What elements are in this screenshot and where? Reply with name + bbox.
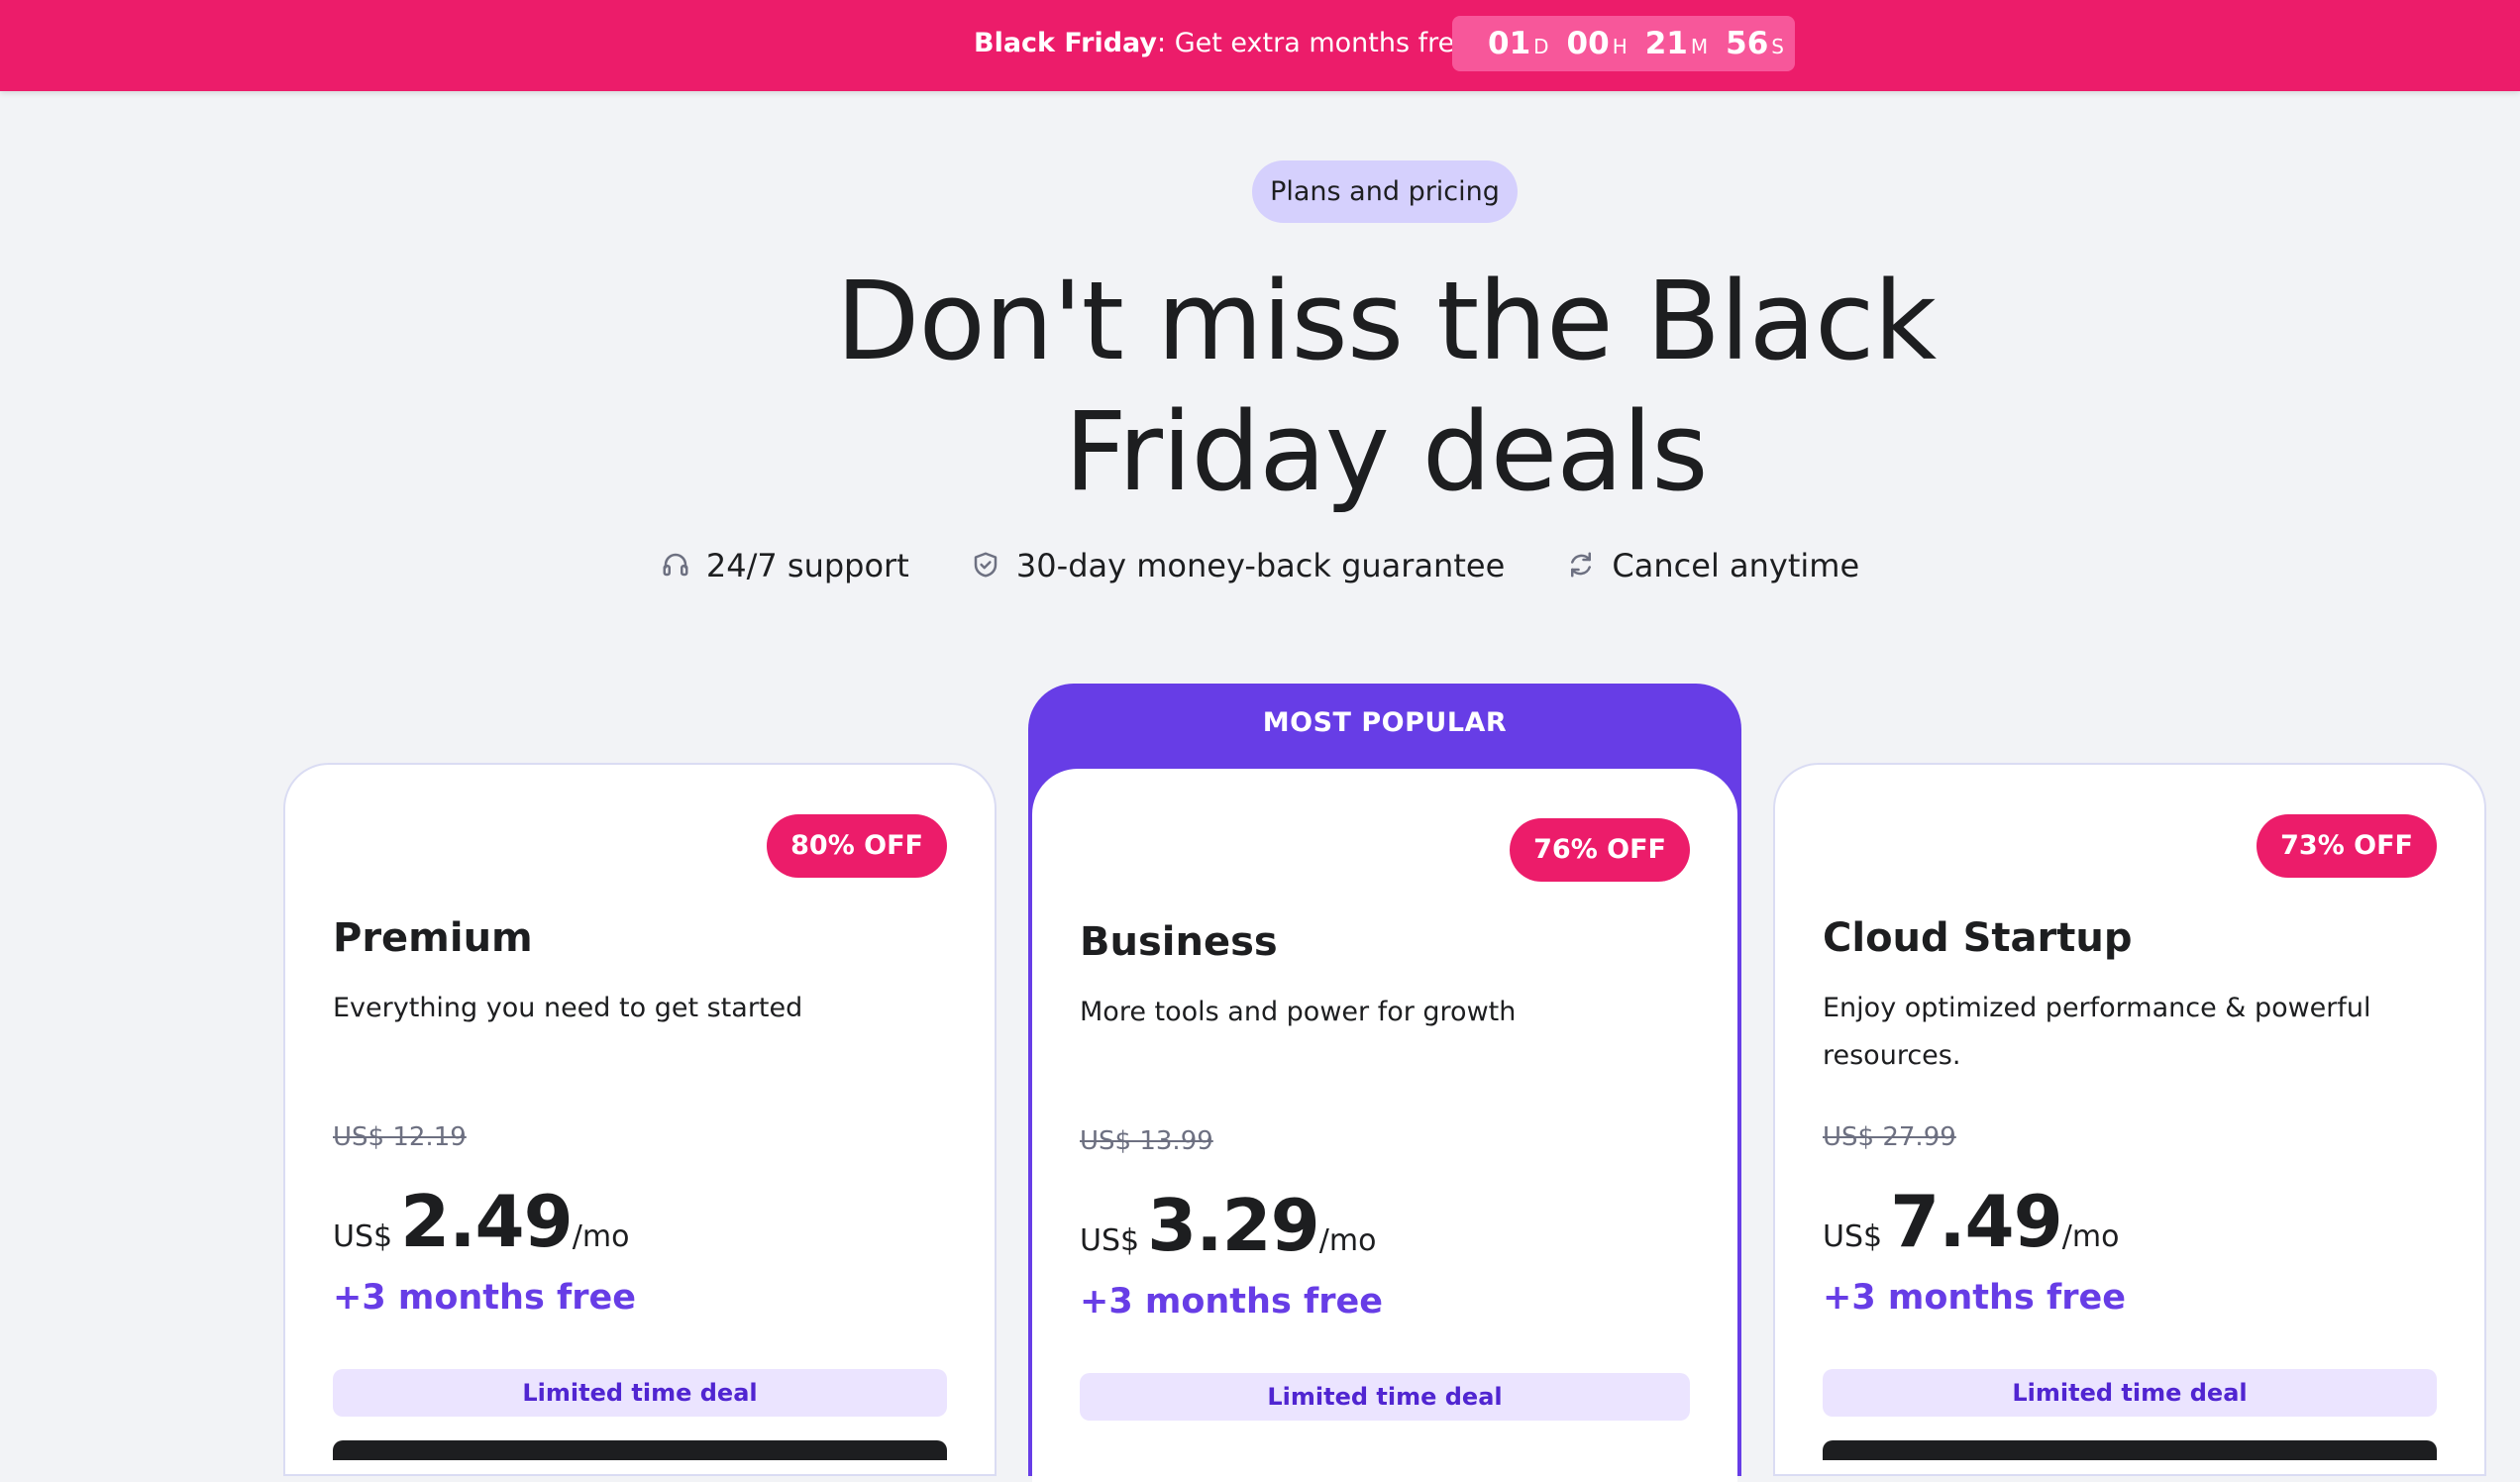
limited-deal-tag: Limited time deal xyxy=(1823,1369,2437,1417)
countdown-days: 01 D xyxy=(1488,16,1567,74)
promo-banner: Black Friday: Get extra months free 01 D 0… xyxy=(0,0,2520,91)
page-headline: Don't miss the Black Friday deals xyxy=(666,256,2106,517)
feature-guarantee-label: 30-day money-back guarantee xyxy=(1015,547,1506,584)
countdown-seconds: 56 S xyxy=(1726,16,1802,74)
plans-pricing-pill: Plans and pricing xyxy=(1252,160,1518,223)
price-period: /mo xyxy=(572,1219,630,1254)
plan-name: Business xyxy=(1080,919,1278,965)
price-currency: US$ xyxy=(1823,1219,1883,1254)
price-period: /mo xyxy=(2061,1219,2120,1254)
most-popular-ribbon: MOST POPULAR xyxy=(1262,707,1508,738)
shield-check-icon xyxy=(974,552,998,578)
bonus-months: +3 months free xyxy=(1823,1278,2126,1318)
countdown-days-unit: D xyxy=(1533,35,1549,58)
price-currency: US$ xyxy=(1080,1223,1140,1258)
plan-card-business: 76% OFF Business More tools and power fo… xyxy=(1032,769,1737,1482)
discount-badge: 76% OFF xyxy=(1510,818,1690,882)
bonus-months: +3 months free xyxy=(333,1278,636,1318)
promo-banner-text: Black Friday: Get extra months free xyxy=(974,26,1471,61)
limited-deal-tag: Limited time deal xyxy=(333,1369,947,1417)
feature-list: 24/7 support 30-day money-back guarantee… xyxy=(0,539,2520,588)
plan-description: Enjoy optimized performance & powerful r… xyxy=(1823,993,2371,1071)
countdown-minutes-unit: M xyxy=(1690,35,1709,58)
plan-name: Cloud Startup xyxy=(1823,915,2133,961)
countdown-hours-value: 00 xyxy=(1566,26,1610,61)
feature-guarantee: 30-day money-back guarantee xyxy=(971,541,1505,590)
price-currency: US$ xyxy=(333,1219,393,1254)
countdown-seconds-value: 56 xyxy=(1726,26,1769,61)
discount-badge: 73% OFF xyxy=(2257,814,2437,878)
countdown-hours: 00 H xyxy=(1567,16,1645,74)
feature-cancel: Cancel anytime xyxy=(1566,541,1859,590)
countdown-hours-unit: H xyxy=(1612,35,1628,58)
refresh-icon xyxy=(1571,552,1592,578)
plan-card-cloud-startup: 73% OFF Cloud Startup Enjoy optimized pe… xyxy=(1773,763,2486,1476)
bonus-months: +3 months free xyxy=(1080,1282,1383,1322)
plan-price: US$ 7.49/mo xyxy=(1823,1177,2119,1286)
plan-description: Everything you need to get started xyxy=(333,993,803,1023)
plan-card-premium: 80% OFF Premium Everything you need to g… xyxy=(283,763,997,1476)
limited-deal-tag: Limited time deal xyxy=(1080,1373,1690,1421)
price-amount: 3.29 xyxy=(1147,1184,1320,1267)
headline-line-1: Don't miss the Black xyxy=(835,258,1937,384)
choose-plan-button[interactable] xyxy=(333,1440,947,1460)
feature-support-label: 24/7 support xyxy=(705,547,909,584)
headset-icon xyxy=(663,553,688,577)
countdown-minutes-value: 21 xyxy=(1644,26,1688,61)
promo-banner-bold: Black Friday xyxy=(974,28,1158,58)
original-price: US$ 27.99 xyxy=(1823,1122,1956,1152)
promo-banner-message: : Get extra months free xyxy=(1157,28,1471,58)
feature-cancel-label: Cancel anytime xyxy=(1612,547,1860,584)
price-amount: 7.49 xyxy=(1890,1180,2063,1263)
countdown-timer: 01 D 00 H 21 M 56 S xyxy=(1452,16,1795,71)
original-price: US$ 12.19 xyxy=(333,1122,467,1152)
countdown-seconds-unit: S xyxy=(1771,35,1784,58)
plan-name: Premium xyxy=(333,915,533,961)
feature-support: 24/7 support xyxy=(661,541,909,590)
price-period: /mo xyxy=(1318,1223,1377,1258)
countdown-days-value: 01 xyxy=(1488,26,1531,61)
countdown-minutes: 21 M xyxy=(1645,16,1726,74)
headline-line-2: Friday deals xyxy=(1064,388,1708,515)
plan-price: US$ 3.29/mo xyxy=(1080,1181,1376,1290)
original-price: US$ 13.99 xyxy=(1080,1126,1213,1156)
choose-plan-button[interactable] xyxy=(1823,1440,2437,1460)
plan-description: More tools and power for growth xyxy=(1080,997,1517,1027)
discount-badge: 80% OFF xyxy=(767,814,947,878)
plan-price: US$ 2.49/mo xyxy=(333,1177,629,1286)
price-amount: 2.49 xyxy=(400,1180,574,1263)
